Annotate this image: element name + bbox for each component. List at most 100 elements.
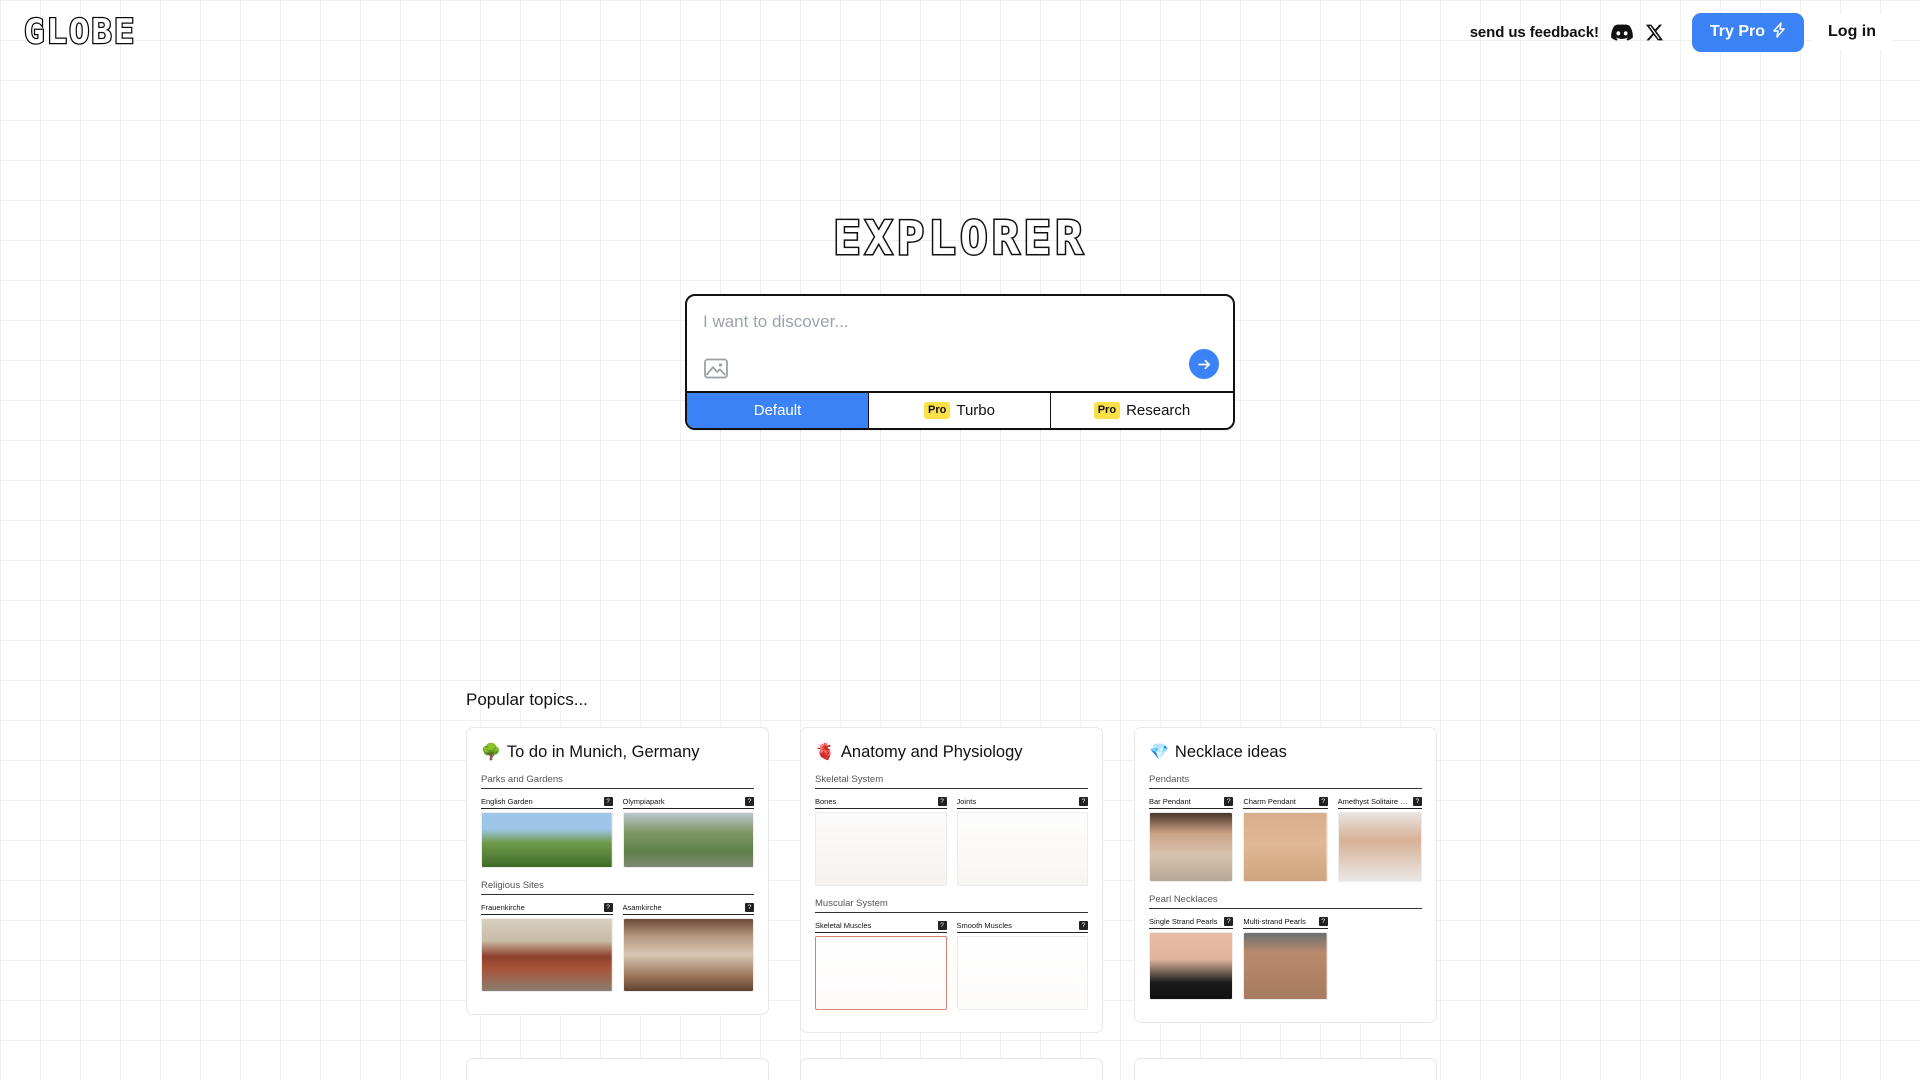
topic-card-title: 💎 Necklace ideas <box>1149 742 1422 762</box>
app-logo[interactable]: GLOBE <box>23 14 136 51</box>
topic-item-header: Multi-strand Pearls? <box>1243 917 1328 929</box>
question-mark-icon[interactable]: ? <box>1224 917 1234 926</box>
topic-item[interactable]: English Garden? <box>481 797 613 868</box>
topic-item-name: Asamkirche <box>622 903 662 912</box>
topic-card[interactable]: 💎 Necklace ideas Pendants Bar Pendant? Charm… <box>1134 727 1437 1023</box>
page-title: EXPLORER <box>832 211 1087 265</box>
topic-item-thumbnail <box>815 936 947 1010</box>
pro-badge-research: Pro <box>1093 402 1121 419</box>
question-mark-icon[interactable]: ? <box>1412 797 1422 806</box>
question-mark-icon[interactable]: ? <box>603 797 613 806</box>
topic-card[interactable]: 🌳 To do in Munich, Germany Parks and Garde… <box>466 727 769 1015</box>
question-mark-icon[interactable]: ? <box>1318 917 1328 926</box>
topic-item[interactable]: Frauenkirche? <box>481 903 613 992</box>
feedback-group: send us feedback! <box>1470 23 1664 42</box>
topic-item-row: Bones? Joints? <box>815 797 1088 886</box>
topic-card[interactable] <box>800 1058 1103 1080</box>
topic-item-name: English Garden <box>481 797 533 806</box>
topic-item-thumbnail <box>1243 932 1328 1000</box>
search-panel: Default Pro Turbo Pro Research <box>685 294 1235 430</box>
topic-item-header: Amethyst Solitaire Pendants? <box>1337 797 1422 809</box>
topic-item[interactable]: Olympiapark? <box>622 797 754 868</box>
topic-card-emoji-icon: 🌳 <box>481 744 501 761</box>
question-mark-icon[interactable]: ? <box>937 797 947 806</box>
topic-item-thumbnail <box>1149 932 1234 1000</box>
topic-card[interactable] <box>1134 1058 1437 1080</box>
topic-card[interactable] <box>466 1058 769 1080</box>
topic-item-thumbnail <box>1337 812 1422 882</box>
topic-item-row: Frauenkirche? Asamkirche? <box>481 903 754 992</box>
topic-item-header: Single Strand Pearls? <box>1149 917 1234 929</box>
topic-item-row: Bar Pendant? Charm Pendant? Amethyst Solit… <box>1149 797 1422 882</box>
bolt-icon <box>1772 21 1786 43</box>
try-pro-button[interactable]: Try Pro <box>1691 12 1805 52</box>
topic-item-header: Olympiapark? <box>622 797 754 809</box>
question-mark-icon[interactable]: ? <box>603 903 613 912</box>
question-mark-icon[interactable]: ? <box>1079 797 1088 806</box>
topic-item-header: Bones? <box>815 797 947 809</box>
search-controls-row <box>703 355 1217 381</box>
topic-item[interactable]: Asamkirche? <box>622 903 754 992</box>
topic-cards-grid-next-row <box>466 1058 1454 1080</box>
topic-item-thumbnail <box>956 812 1088 886</box>
tab-turbo-label: Turbo <box>956 402 995 419</box>
topic-item-thumbnail <box>1243 812 1328 882</box>
topic-item-row: English Garden? Olympiapark? <box>481 797 754 868</box>
topic-item-name: Multi-strand Pearls <box>1243 917 1306 926</box>
topic-item-name: Single Strand Pearls <box>1149 917 1218 926</box>
tab-default-label: Default <box>753 402 802 419</box>
tab-default[interactable]: Default <box>687 393 869 428</box>
topic-item-name: Olympiapark <box>622 797 665 806</box>
popular-topics-heading: Popular topics... <box>466 690 588 709</box>
topic-item-thumbnail <box>1149 812 1234 882</box>
topic-item-row: Single Strand Pearls? Multi-strand Pearls… <box>1149 917 1422 1000</box>
topic-item-header: Charm Pendant? <box>1243 797 1328 809</box>
topic-card-title-text: To do in Munich, Germany <box>506 742 700 761</box>
search-top <box>687 296 1233 391</box>
topic-item-thumbnail <box>481 812 613 868</box>
topic-item[interactable]: Skeletal Muscles? <box>815 921 947 1010</box>
tab-turbo[interactable]: Pro Turbo <box>869 393 1051 428</box>
topic-item-thumbnail <box>481 918 613 992</box>
topic-item-header: Joints? <box>956 797 1088 809</box>
question-mark-icon[interactable]: ? <box>1079 921 1088 930</box>
tab-research-label: Research <box>1126 402 1191 419</box>
pro-badge-turbo: Pro <box>924 402 951 419</box>
topic-item-name: Skeletal Muscles <box>815 921 872 930</box>
tab-research[interactable]: Pro Research <box>1051 393 1233 428</box>
topic-item[interactable]: Smooth Muscles? <box>956 921 1088 1010</box>
topic-cards-grid: 🌳 To do in Munich, Germany Parks and Garde… <box>466 727 1454 1033</box>
topic-item[interactable]: Joints? <box>956 797 1088 886</box>
topic-item-header: Smooth Muscles? <box>956 921 1088 933</box>
topic-section-label: Pendants <box>1149 774 1422 789</box>
topic-item[interactable]: Amethyst Solitaire Pendants? <box>1337 797 1422 882</box>
topic-section-label: Pearl Necklaces <box>1149 894 1422 909</box>
image-upload-icon[interactable] <box>703 355 729 381</box>
search-input[interactable] <box>703 312 1217 332</box>
topic-item-thumbnail <box>956 936 1088 1010</box>
question-mark-icon[interactable]: ? <box>1318 797 1328 806</box>
question-mark-icon[interactable]: ? <box>937 921 947 930</box>
topic-card-title: 🫀 Anatomy and Physiology <box>815 742 1088 762</box>
topic-item[interactable]: Bones? <box>815 797 947 886</box>
question-mark-icon[interactable]: ? <box>1224 797 1234 806</box>
login-button[interactable]: Log in <box>1812 14 1892 50</box>
topic-item-name: Smooth Muscles <box>956 921 1012 930</box>
topic-item-thumbnail <box>622 918 754 992</box>
topic-section-label: Religious Sites <box>481 880 754 895</box>
topic-item-placeholder <box>1338 917 1422 1000</box>
search-mode-tabs: Default Pro Turbo Pro Research <box>687 391 1233 428</box>
topic-item[interactable]: Bar Pendant? <box>1149 797 1234 882</box>
topic-item[interactable]: Single Strand Pearls? <box>1149 917 1234 1000</box>
topic-item-name: Frauenkirche <box>481 903 525 912</box>
question-mark-icon[interactable]: ? <box>745 903 754 912</box>
question-mark-icon[interactable]: ? <box>745 797 754 806</box>
topic-item[interactable]: Multi-strand Pearls? <box>1243 917 1328 1000</box>
topic-item-header: Skeletal Muscles? <box>815 921 947 933</box>
search-submit-button[interactable] <box>1189 349 1219 379</box>
topic-item[interactable]: Charm Pendant? <box>1243 797 1328 882</box>
topic-card-title-text: Necklace ideas <box>1174 742 1287 761</box>
discord-icon[interactable] <box>1611 23 1633 41</box>
topic-card[interactable]: 🫀 Anatomy and Physiology Skeletal System Bo… <box>800 727 1103 1033</box>
x-twitter-icon[interactable] <box>1645 23 1664 42</box>
